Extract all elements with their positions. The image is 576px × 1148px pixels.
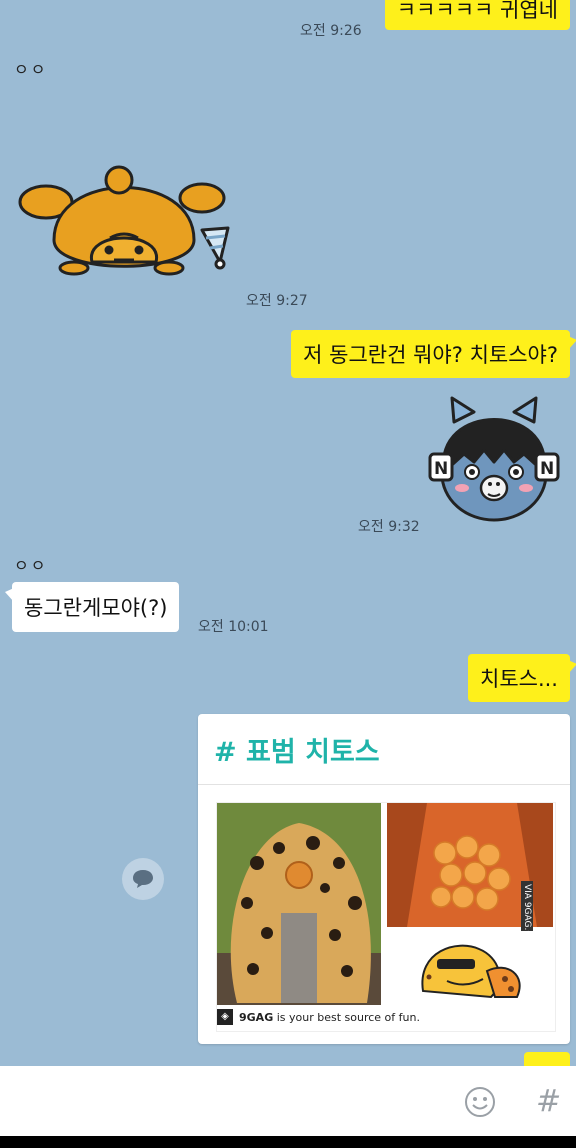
sender-name[interactable]: ㅇㅇ xyxy=(14,56,47,80)
caption-text: is your best source of fun. xyxy=(273,1010,420,1024)
message-text: 치토스... xyxy=(480,667,558,691)
emoji-button[interactable] xyxy=(464,1086,496,1122)
message-input-bar[interactable]: # xyxy=(0,1066,576,1136)
sender-name[interactable]: ㅇㅇ xyxy=(14,552,47,576)
lion-sticker[interactable] xyxy=(14,150,244,280)
card-divider xyxy=(198,784,570,785)
hash-icon: # xyxy=(536,1084,562,1119)
message-text: 동그란게모야(?) xyxy=(24,596,168,620)
message-text: ㅋㅋㅋㅋㅋ 귀엽네 xyxy=(396,0,558,22)
my-message-bubble[interactable]: 치토스... xyxy=(468,654,576,702)
leopard-image-icon xyxy=(217,803,381,1005)
lion-sticker-icon xyxy=(18,165,230,276)
their-message-bubble[interactable]: 동그란게모야(?) xyxy=(4,582,180,632)
cat-hat-sticker-icon: N N xyxy=(428,396,560,522)
message-time: 오전 9:32 xyxy=(358,519,420,535)
message-text: 저 동그란건 뭐야? 치토스야? xyxy=(303,343,558,367)
chester-cheetah-image-icon xyxy=(387,931,553,1005)
card-title: # 표범 치토스 xyxy=(214,737,380,768)
9gag-logo-icon: ◈ xyxy=(217,1009,233,1025)
svg-text:N: N xyxy=(540,459,554,479)
my-message-bubble[interactable]: ㅋㅋㅋㅋㅋ 귀엽네 xyxy=(384,0,570,30)
hashtag-search-button[interactable]: # xyxy=(536,1084,561,1119)
message-time: 오전 9:27 xyxy=(246,293,308,309)
system-navigation-bar xyxy=(0,1136,576,1148)
my-message-bubble[interactable]: 저 동그란건 뭐야? 치토스야? xyxy=(291,330,576,378)
share-button[interactable] xyxy=(122,858,164,900)
link-preview-card[interactable]: # 표범 치토스 VIA 9GAG.COM ◈ 9GAG is your bes… xyxy=(198,714,570,1044)
message-time: 오전 10:01 xyxy=(198,619,269,635)
card-image[interactable]: VIA 9GAG.COM ◈ 9GAG is your best source … xyxy=(216,802,556,1032)
emoji-icon xyxy=(465,1087,495,1117)
message-time: 오전 9:26 xyxy=(300,23,362,39)
speech-bubble-icon xyxy=(133,870,153,888)
svg-text:N: N xyxy=(434,459,448,479)
caption-brand: 9GAG xyxy=(239,1010,274,1024)
cat-hat-sticker[interactable]: N N xyxy=(424,392,564,527)
image-caption: ◈ 9GAG is your best source of fun. xyxy=(217,1009,420,1025)
